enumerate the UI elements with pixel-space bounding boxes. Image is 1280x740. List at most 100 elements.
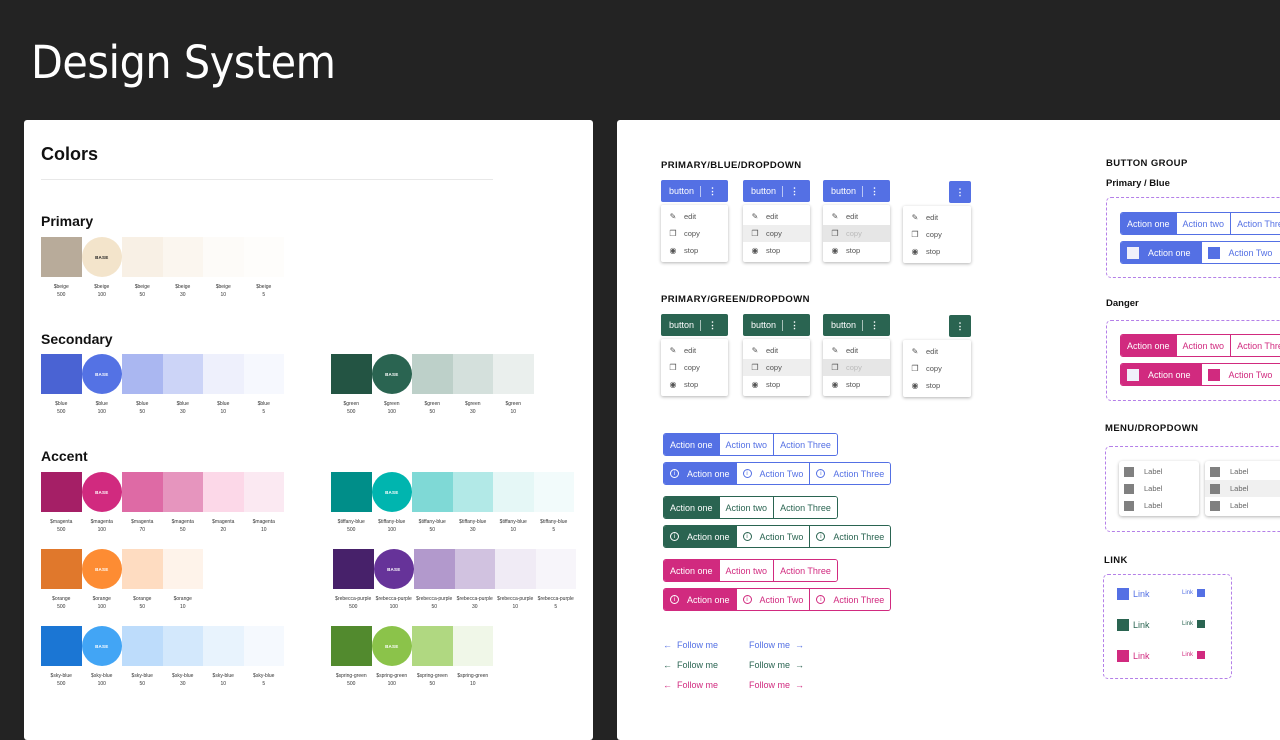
link[interactable]: Link: [1117, 619, 1150, 631]
menu-item-copy[interactable]: ❐ copy: [743, 359, 810, 376]
group-button[interactable]: Action one: [1121, 364, 1201, 385]
segment-button[interactable]: i Action Two: [735, 463, 810, 484]
menu-item-copy[interactable]: ❐ copy: [661, 225, 728, 242]
segment-button[interactable]: Action two: [718, 560, 774, 581]
menu-item-copy[interactable]: ❐ copy: [823, 225, 890, 242]
swatch-label: $magenta 50: [172, 518, 194, 534]
segment-button[interactable]: Action two: [718, 434, 774, 455]
group-button[interactable]: Action two: [1175, 213, 1231, 234]
menu-item[interactable]: Label: [1119, 480, 1199, 497]
segment-button[interactable]: Action one: [664, 434, 719, 455]
menu-item-stop[interactable]: ◉ stop: [743, 376, 810, 393]
swatch-name: $rebecca-purple: [497, 596, 534, 602]
menu-item-edit[interactable]: ✎ edit: [823, 208, 890, 225]
more-vertical-icon[interactable]: ⋮: [708, 320, 717, 331]
segment-button[interactable]: i Action Three: [809, 463, 891, 484]
group-button[interactable]: Action Three: [1230, 335, 1280, 356]
swatch-name: $orange: [52, 596, 71, 602]
menu-item-edit[interactable]: ✎ edit: [823, 342, 890, 359]
more-vertical-icon[interactable]: ⋮: [870, 320, 879, 331]
menu-item-edit[interactable]: ✎ edit: [661, 342, 728, 359]
segment-button[interactable]: Action Three: [773, 434, 837, 455]
menu-item-stop[interactable]: ◉ stop: [903, 377, 971, 394]
more-vertical-icon-button[interactable]: ⋮: [949, 181, 971, 203]
link-small[interactable]: Link: [1182, 651, 1206, 659]
menu-item[interactable]: Label: [1205, 480, 1280, 497]
swatch: $tiffany-blue 30: [452, 472, 493, 534]
more-vertical-icon[interactable]: ⋮: [870, 186, 879, 197]
group-button[interactable]: Action Two: [1200, 364, 1280, 385]
menu-item[interactable]: Label: [1205, 463, 1280, 480]
segment-button[interactable]: i Action Three: [809, 526, 891, 547]
segment-button[interactable]: i Action one: [664, 463, 736, 484]
menu-item-copy[interactable]: ❐ copy: [903, 360, 971, 377]
menu-item-edit[interactable]: ✎ edit: [903, 343, 971, 360]
menu-item-stop[interactable]: ◉ stop: [823, 376, 890, 393]
swatch-chip: [414, 549, 455, 589]
menu-item[interactable]: Label: [1205, 497, 1280, 514]
segment-button[interactable]: i Action Two: [735, 589, 810, 610]
split-button[interactable]: button ⋮: [823, 180, 890, 202]
group-button[interactable]: Action two: [1175, 335, 1231, 356]
more-vertical-icon-button[interactable]: ⋮: [949, 315, 971, 337]
split-button[interactable]: button ⋮: [661, 180, 728, 202]
info-icon: i: [742, 532, 752, 541]
group-button[interactable]: Action Three: [1230, 213, 1280, 234]
follow-link-back[interactable]: ← Follow me: [663, 660, 718, 670]
split-button[interactable]: button ⋮: [743, 180, 810, 202]
follow-link-forward[interactable]: Follow me →: [749, 660, 804, 670]
menu-item-copy[interactable]: ❐ copy: [661, 359, 728, 376]
segment-button[interactable]: Action one: [664, 497, 719, 518]
group-button[interactable]: Action one: [1121, 242, 1201, 263]
group-button-label: Action one: [1127, 218, 1170, 229]
group-button[interactable]: Action Two: [1200, 242, 1280, 263]
menu-item-stop[interactable]: ◉ stop: [743, 242, 810, 259]
follow-link-back[interactable]: ← Follow me: [663, 640, 718, 650]
group-button[interactable]: Action one: [1121, 213, 1176, 234]
segment-button[interactable]: Action one: [664, 560, 719, 581]
menu-item-copy[interactable]: ❐ copy: [743, 225, 810, 242]
menu-item-copy[interactable]: ❐ copy: [823, 359, 890, 376]
swatch-chip: [493, 472, 534, 512]
split-button[interactable]: button ⋮: [661, 314, 728, 336]
follow-link-forward[interactable]: Follow me →: [749, 640, 804, 650]
segment-button[interactable]: Action Three: [773, 560, 837, 581]
segment-button[interactable]: i Action Three: [809, 589, 891, 610]
menu-item-edit[interactable]: ✎ edit: [743, 208, 810, 225]
menu-item-stop[interactable]: ◉ stop: [661, 242, 728, 259]
segment-button[interactable]: Action two: [718, 497, 774, 518]
segment-button[interactable]: i Action one: [664, 589, 736, 610]
follow-link-back[interactable]: ← Follow me: [663, 680, 718, 690]
menu-item[interactable]: Label: [1119, 463, 1199, 480]
menu-item-copy[interactable]: ❐ copy: [903, 226, 971, 243]
link-small[interactable]: Link: [1182, 589, 1206, 597]
more-vertical-icon[interactable]: ⋮: [790, 186, 799, 197]
split-button[interactable]: button ⋮: [743, 314, 810, 336]
menu-item-stop[interactable]: ◉ stop: [903, 243, 971, 260]
pencil-icon: ✎: [669, 212, 677, 221]
menu-item-edit[interactable]: ✎ edit: [661, 208, 728, 225]
segment-button[interactable]: i Action Two: [735, 526, 810, 547]
follow-link-forward[interactable]: Follow me →: [749, 680, 804, 690]
link[interactable]: Link: [1117, 650, 1150, 662]
menu-item-stop[interactable]: ◉ stop: [823, 242, 890, 259]
copy-icon: ❐: [831, 229, 839, 238]
menu-item-edit[interactable]: ✎ edit: [903, 209, 971, 226]
menu-item-stop[interactable]: ◉ stop: [661, 376, 728, 393]
segment-button[interactable]: Action Three: [773, 497, 837, 518]
group-button[interactable]: Action one: [1121, 335, 1176, 356]
button-label: button: [669, 320, 695, 330]
swatch-label: $orange 500: [52, 595, 70, 611]
more-vertical-icon[interactable]: ⋮: [790, 320, 799, 331]
menu-item[interactable]: Label: [1119, 497, 1199, 514]
swatch-shade: 5: [262, 292, 266, 298]
link[interactable]: Link: [1117, 588, 1150, 600]
swatch-label: $beige 5: [256, 283, 271, 299]
stop-circle-icon: ◉: [911, 247, 919, 256]
more-vertical-icon[interactable]: ⋮: [708, 186, 717, 197]
menu-item-edit[interactable]: ✎ edit: [743, 342, 810, 359]
segment-button[interactable]: i Action one: [664, 526, 736, 547]
swatch-chip: [243, 237, 284, 277]
split-button[interactable]: button ⋮: [823, 314, 890, 336]
link-small[interactable]: Link: [1182, 620, 1206, 628]
